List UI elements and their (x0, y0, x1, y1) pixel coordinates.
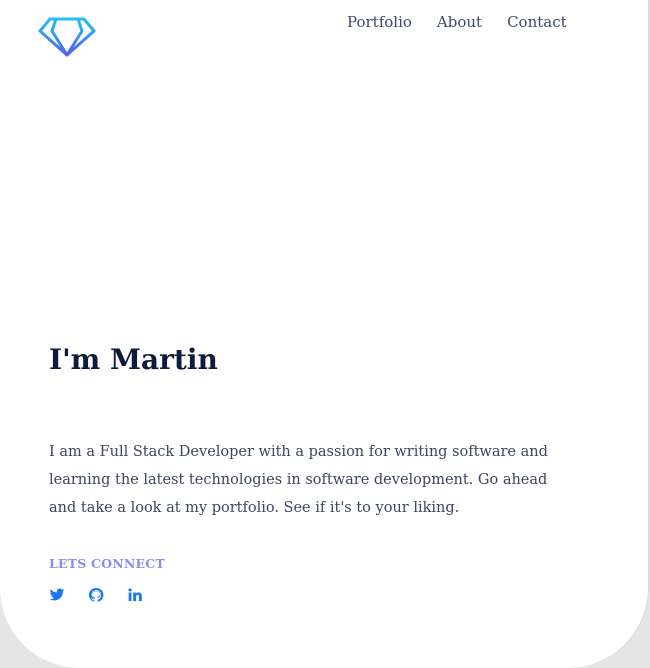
nav-link-portfolio[interactable]: Portfolio (347, 12, 412, 32)
bio-text: I am a Full Stack Developer with a passi… (49, 444, 548, 516)
hero-title: I'm Martin (49, 343, 218, 376)
social-links (49, 587, 143, 603)
linkedin-link[interactable] (127, 587, 143, 603)
nav-link-about[interactable]: About (437, 12, 482, 32)
github-link[interactable] (88, 587, 104, 603)
github-icon (88, 587, 104, 602)
twitter-link[interactable] (49, 587, 65, 603)
connect-heading: LETS CONNECT (49, 556, 165, 571)
main-nav: Portfolio About Contact (347, 12, 567, 32)
twitter-icon (49, 588, 65, 601)
nav-link-contact[interactable]: Contact (507, 12, 567, 32)
diamond-logo-icon[interactable] (38, 16, 96, 58)
linkedin-icon (128, 588, 142, 601)
